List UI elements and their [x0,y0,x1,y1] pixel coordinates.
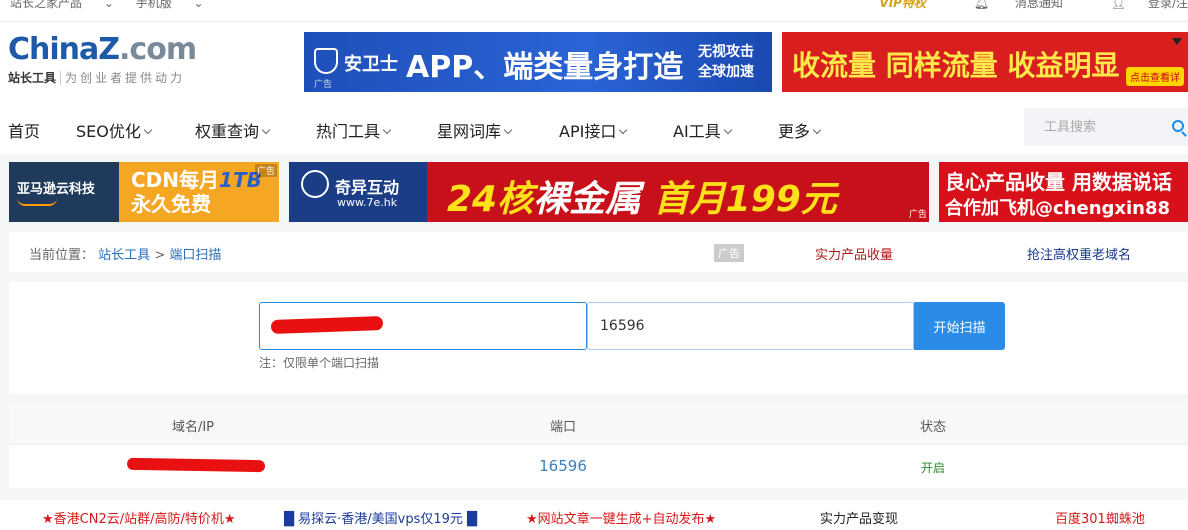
caret-down-icon [1172,38,1182,45]
promo-link-monetize[interactable]: 实力产品变现 [820,508,898,527]
mobile-label: 手机版 [135,0,172,10]
nav-hot-tools[interactable]: 热门工具 [316,118,392,142]
ad-banner-chengxin[interactable]: 良心产品收量 用数据说话 合作加飞机@chengxin88 [939,162,1188,222]
ad-banner-7e[interactable]: 奇异互动 www.7e.hk 24核裸金属 首月199元 广告 [289,162,929,222]
results-table: 域名/IP 端口 状态 16596 开启 [9,404,1188,488]
breadcrumb-current[interactable]: 端口扫描 [169,248,221,263]
ad-banner-traffic[interactable]: 收流量 同样流量 收益明显 点击查看详 [782,32,1188,92]
chevron-down-icon [619,125,628,135]
row-port: 16596 [539,457,587,475]
chevron-down-icon [812,125,822,135]
ad-tag: 广告 [254,164,277,177]
chevron-down-icon [723,125,732,135]
nav-home[interactable]: 首页 [8,118,40,142]
ad4-brand: 奇异互动 www.7e.hk [289,162,427,222]
nav-seo[interactable]: SEO优化 [76,118,153,142]
bell-icon: 🔔︎ [973,0,990,10]
main-nav: 首页 SEO优化 权重查询 热门工具 星网词库 API接口 AI工具 更多 [0,102,1188,154]
nav-weight[interactable]: 权重查询 [195,118,271,142]
login-label: 登录/注 [1147,0,1188,10]
ad-link-domain[interactable]: 抢注高权重老域名 [1027,244,1131,263]
ad1-sub: 无视攻击 全球加速 [698,44,754,80]
col-port: 端口 [549,420,577,435]
shield-icon [314,48,338,74]
ad-banner-anweishi[interactable]: 安卫士 APP、端类量身打造 无视攻击 全球加速 广告 [304,32,772,92]
breadcrumb-home[interactable]: 站长工具 [98,248,150,263]
logo-wordmark: ChinaZ.com [8,32,197,67]
header: ChinaZ.com 站长工具 为创业者提供动力 安卫士 APP、端类量身打造 无… [0,22,1188,102]
ad-tag: 广告 [908,210,927,220]
scan-note: 注：仅限单个端口扫描 [259,356,380,370]
breadcrumb-prefix: 当前位置： [29,248,95,263]
nav-api[interactable]: API接口 [559,118,628,142]
ad-link-product[interactable]: 实力产品收量 [815,244,893,263]
brand-logo-icon [301,170,329,198]
port-input[interactable] [587,302,914,350]
vip-link[interactable]: VIP特权 [879,0,926,10]
chevron-down-icon [143,125,153,135]
promo-link-vps[interactable]: █ 易探云·香港/美国vps仅19元 █ [284,508,477,527]
top-bar: 站长之家产品 ⌄ 手机版 ⌄ VIP特权 🔔︎ 消息通知 👤︎ 登录/注 [0,0,1188,22]
ad4-headline: 24核裸金属 首月199元 [447,179,837,220]
promo-link-spider[interactable]: 百度301蜘蛛池 [1055,508,1145,527]
products-label: 站长之家产品 [10,0,83,10]
nav-more[interactable]: 更多 [778,118,822,142]
notify-label: 消息通知 [1014,0,1063,10]
ad5-line2: 合作加飞机@chengxin88 [945,198,1171,219]
logo-subtitle: 站长工具 为创业者提供动力 [8,71,186,85]
ad1-headline: APP、端类量身打造 [406,50,684,85]
promo-link-article[interactable]: ★网站文章一键生成+自动发布★ [526,508,716,527]
scan-form: 开始扫描 注：仅限单个端口扫描 [9,282,1188,394]
nav-keywords[interactable]: 星网词库 [437,118,513,142]
table-row: 16596 开启 [9,444,1188,488]
user-icon: 👤︎ [1110,0,1126,10]
chinaz-logo[interactable]: ChinaZ.com 站长工具 为创业者提供动力 [8,32,218,92]
breadcrumb: 当前位置： 站长工具 > 端口扫描 [29,244,221,263]
breadcrumb-bar: 当前位置： 站长工具 > 端口扫描 广告 实力产品收量 抢注高权重老域名 [9,232,1188,272]
notify-link[interactable]: 🔔︎ 消息通知 [952,0,1063,10]
ad5-line1: 良心产品收量 用数据说话 [945,170,1172,194]
table-header: 域名/IP 端口 状态 [9,404,1188,444]
ad-tag: 广告 [714,244,744,262]
mobile-menu[interactable]: 手机版 ⌄ [136,0,204,10]
ad2-headline: 收流量 同样流量 收益明显 [792,49,1120,82]
chevron-down-icon [261,125,271,135]
ad1-brand: 安卫士 [344,54,398,75]
start-scan-button[interactable]: 开始扫描 [914,302,1005,350]
login-link[interactable]: 👤︎ 登录/注 [1089,0,1188,10]
chevron-down-icon [503,125,513,135]
nav-ai-tools[interactable]: AI工具 [673,118,732,142]
ad-banner-aws[interactable]: 亚马逊云科技 CDN每月1TB 永久免费 广告 [9,162,279,222]
row-status: 开启 [920,461,946,475]
products-menu[interactable]: 站长之家产品 ⌄ [10,0,114,10]
col-host: 域名/IP [171,420,215,435]
tool-search [1024,108,1188,146]
tool-search-input[interactable] [1024,108,1188,146]
promo-link-cn2[interactable]: ★香港CN2云/站群/高防/特价机★ [42,508,236,527]
col-status: 状态 [919,420,947,435]
breadcrumb-separator: > [154,248,166,263]
search-icon[interactable] [1172,120,1184,132]
promo-links: ★香港CN2云/站群/高防/特价机★ █ 易探云·香港/美国vps仅19元 █ … [0,500,1188,530]
ad-tag: 广告 [314,80,333,90]
ad3-brand: 亚马逊云科技 [9,162,119,222]
redaction-mark [126,457,266,473]
smile-logo-icon [17,198,57,206]
ad2-button[interactable]: 点击查看详 [1126,67,1184,86]
chevron-down-icon [382,125,392,135]
